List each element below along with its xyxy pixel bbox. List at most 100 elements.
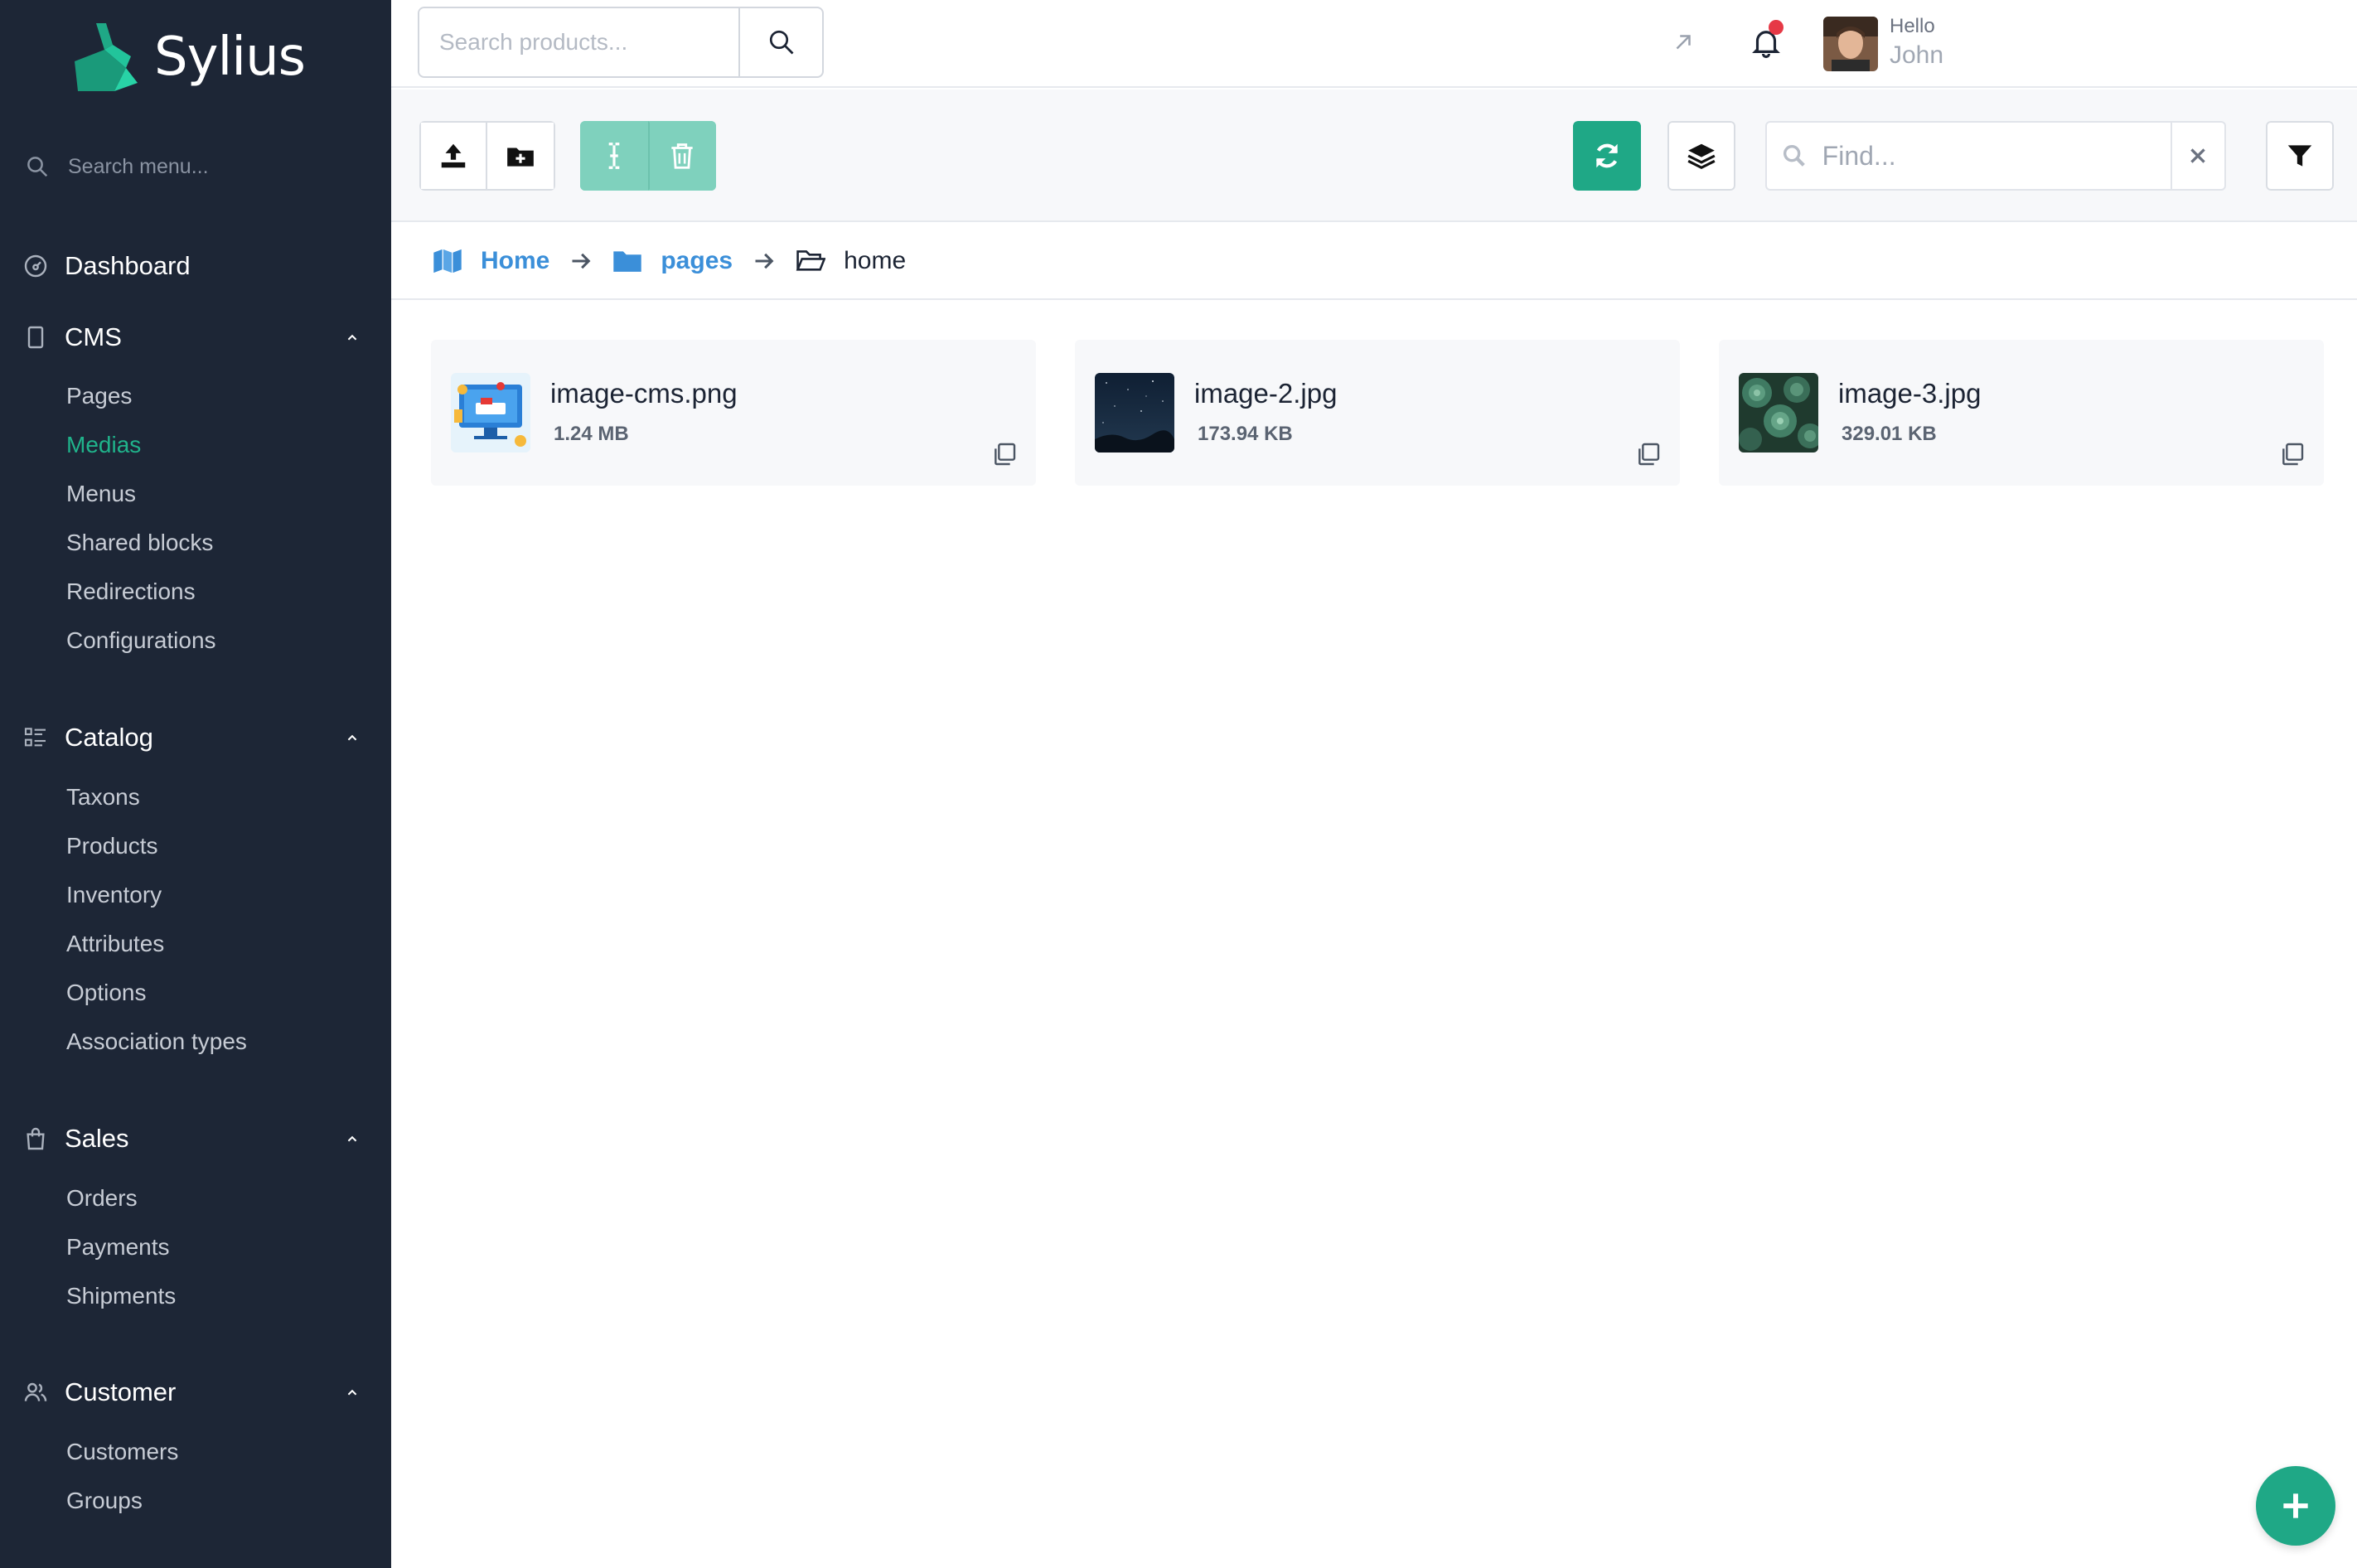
folder-plus-icon	[507, 148, 534, 167]
product-search	[418, 7, 824, 78]
sidebar-item-payments[interactable]: Payments	[66, 1229, 170, 1266]
trash-icon	[671, 143, 693, 169]
users-icon	[22, 1378, 50, 1406]
sidebar: Sylius Dashboard CMS Pages Medias Menus …	[0, 0, 391, 1568]
sidebar-item-orders[interactable]: Orders	[66, 1180, 138, 1217]
upload-icon	[441, 143, 466, 168]
product-search-input[interactable]	[419, 8, 738, 76]
media-thumbnail	[451, 373, 530, 452]
menu-search-input[interactable]	[68, 154, 333, 179]
text-cursor-icon	[608, 143, 620, 169]
media-file-size: 1.24 MB	[554, 423, 629, 445]
notification-dot	[1769, 20, 1783, 35]
delete-button[interactable]	[648, 121, 716, 191]
new-folder-button[interactable]	[487, 121, 555, 191]
copy-icon[interactable]	[1635, 441, 1662, 467]
copy-icon[interactable]	[991, 441, 1018, 467]
close-icon	[2190, 148, 2206, 163]
search-icon	[27, 157, 48, 177]
shopping-bag-icon	[22, 1125, 50, 1153]
media-file-name: image-2.jpg	[1194, 378, 1338, 409]
sidebar-item-customers[interactable]: Customers	[66, 1434, 178, 1470]
nav-section-cms[interactable]: CMS	[22, 317, 370, 358]
nav-section-label: Catalog	[65, 723, 153, 752]
map-icon	[433, 249, 462, 273]
layers-button[interactable]	[1667, 121, 1735, 191]
search-icon	[1767, 123, 1822, 189]
chevron-up-icon	[347, 1135, 357, 1142]
find-input[interactable]	[1822, 123, 2171, 189]
add-media-button[interactable]	[2256, 1466, 2335, 1546]
media-file-size: 329.01 KB	[1842, 423, 1937, 445]
user-name[interactable]: John	[1890, 41, 1943, 70]
avatar[interactable]	[1823, 17, 1878, 71]
clear-find-button[interactable]	[2170, 123, 2224, 189]
nav-section-sales[interactable]: Sales	[22, 1118, 370, 1159]
list-icon	[22, 724, 50, 752]
file-icon	[22, 323, 50, 351]
upload-group	[419, 121, 555, 191]
breadcrumb-current: home	[844, 247, 907, 274]
nav-section-catalog[interactable]: Catalog	[22, 717, 370, 758]
upload-button[interactable]	[419, 121, 487, 191]
external-link-icon[interactable]	[1671, 30, 1696, 55]
sidebar-item-attributes[interactable]: Attributes	[66, 926, 164, 962]
nav-section-label: Sales	[65, 1124, 129, 1153]
rename-button[interactable]	[580, 121, 648, 191]
filter-icon	[2287, 145, 2312, 167]
folder-icon	[613, 251, 642, 272]
find-field	[1765, 121, 2226, 191]
brand-name: Sylius	[154, 27, 306, 88]
breadcrumb-home[interactable]: Home	[481, 247, 549, 275]
sidebar-item-configurations[interactable]: Configurations	[66, 622, 216, 659]
refresh-icon	[1595, 143, 1619, 168]
nav-dashboard[interactable]: Dashboard	[22, 245, 370, 287]
sidebar-item-options[interactable]: Options	[66, 975, 147, 1011]
chevron-up-icon	[347, 734, 357, 741]
sidebar-item-medias[interactable]: Medias	[66, 427, 141, 463]
media-toolbar	[391, 90, 2357, 222]
topbar	[391, 0, 2357, 88]
sidebar-item-shipments[interactable]: Shipments	[66, 1278, 176, 1314]
media-file-size: 173.94 KB	[1198, 423, 1293, 445]
sidebar-item-association-types[interactable]: Association types	[66, 1024, 247, 1060]
sidebar-item-groups[interactable]: Groups	[66, 1483, 143, 1519]
layers-icon	[1687, 143, 1716, 170]
nav-section-label: CMS	[65, 322, 122, 351]
arrow-right-icon	[572, 253, 591, 269]
sidebar-item-menus[interactable]: Menus	[66, 476, 136, 512]
breadcrumb-pages[interactable]: pages	[661, 247, 733, 275]
sidebar-item-redirections[interactable]: Redirections	[66, 573, 196, 610]
folder-open-icon	[796, 250, 826, 271]
media-card[interactable]: image-2.jpg 173.94 KB	[1075, 340, 1680, 486]
copy-icon[interactable]	[2279, 441, 2306, 467]
media-card[interactable]: image-cms.png 1.24 MB	[431, 340, 1036, 486]
sidebar-item-inventory[interactable]: Inventory	[66, 877, 162, 913]
sylius-logo[interactable]: Sylius	[71, 18, 306, 96]
filter-button[interactable]	[2266, 121, 2334, 191]
nav-dashboard-label: Dashboard	[65, 251, 191, 280]
sidebar-item-shared-blocks[interactable]: Shared blocks	[66, 525, 213, 561]
menu-search[interactable]	[25, 148, 365, 186]
media-thumbnail	[1739, 373, 1818, 452]
refresh-group	[1573, 121, 1641, 191]
sidebar-item-products[interactable]: Products	[66, 828, 158, 864]
chevron-up-icon	[347, 1389, 357, 1396]
edit-group	[580, 121, 716, 191]
sidebar-item-taxons[interactable]: Taxons	[66, 779, 140, 815]
refresh-button[interactable]	[1573, 121, 1641, 191]
nav-section-customer[interactable]: Customer	[22, 1372, 370, 1413]
sylius-logo-icon	[75, 23, 138, 91]
user-greeting: Hello	[1890, 15, 1935, 37]
sidebar-item-pages[interactable]: Pages	[66, 378, 132, 414]
arrow-right-icon	[755, 253, 774, 269]
nav-section-label: Customer	[65, 1377, 177, 1406]
media-file-name: image-3.jpg	[1838, 378, 1982, 409]
search-icon	[769, 30, 793, 55]
media-file-name: image-cms.png	[550, 378, 738, 409]
product-search-button[interactable]	[738, 8, 822, 76]
dashboard-icon	[22, 252, 50, 280]
plus-icon	[2283, 1493, 2308, 1518]
media-card[interactable]: image-3.jpg 329.01 KB	[1719, 340, 2324, 486]
filter-group	[2266, 121, 2334, 191]
